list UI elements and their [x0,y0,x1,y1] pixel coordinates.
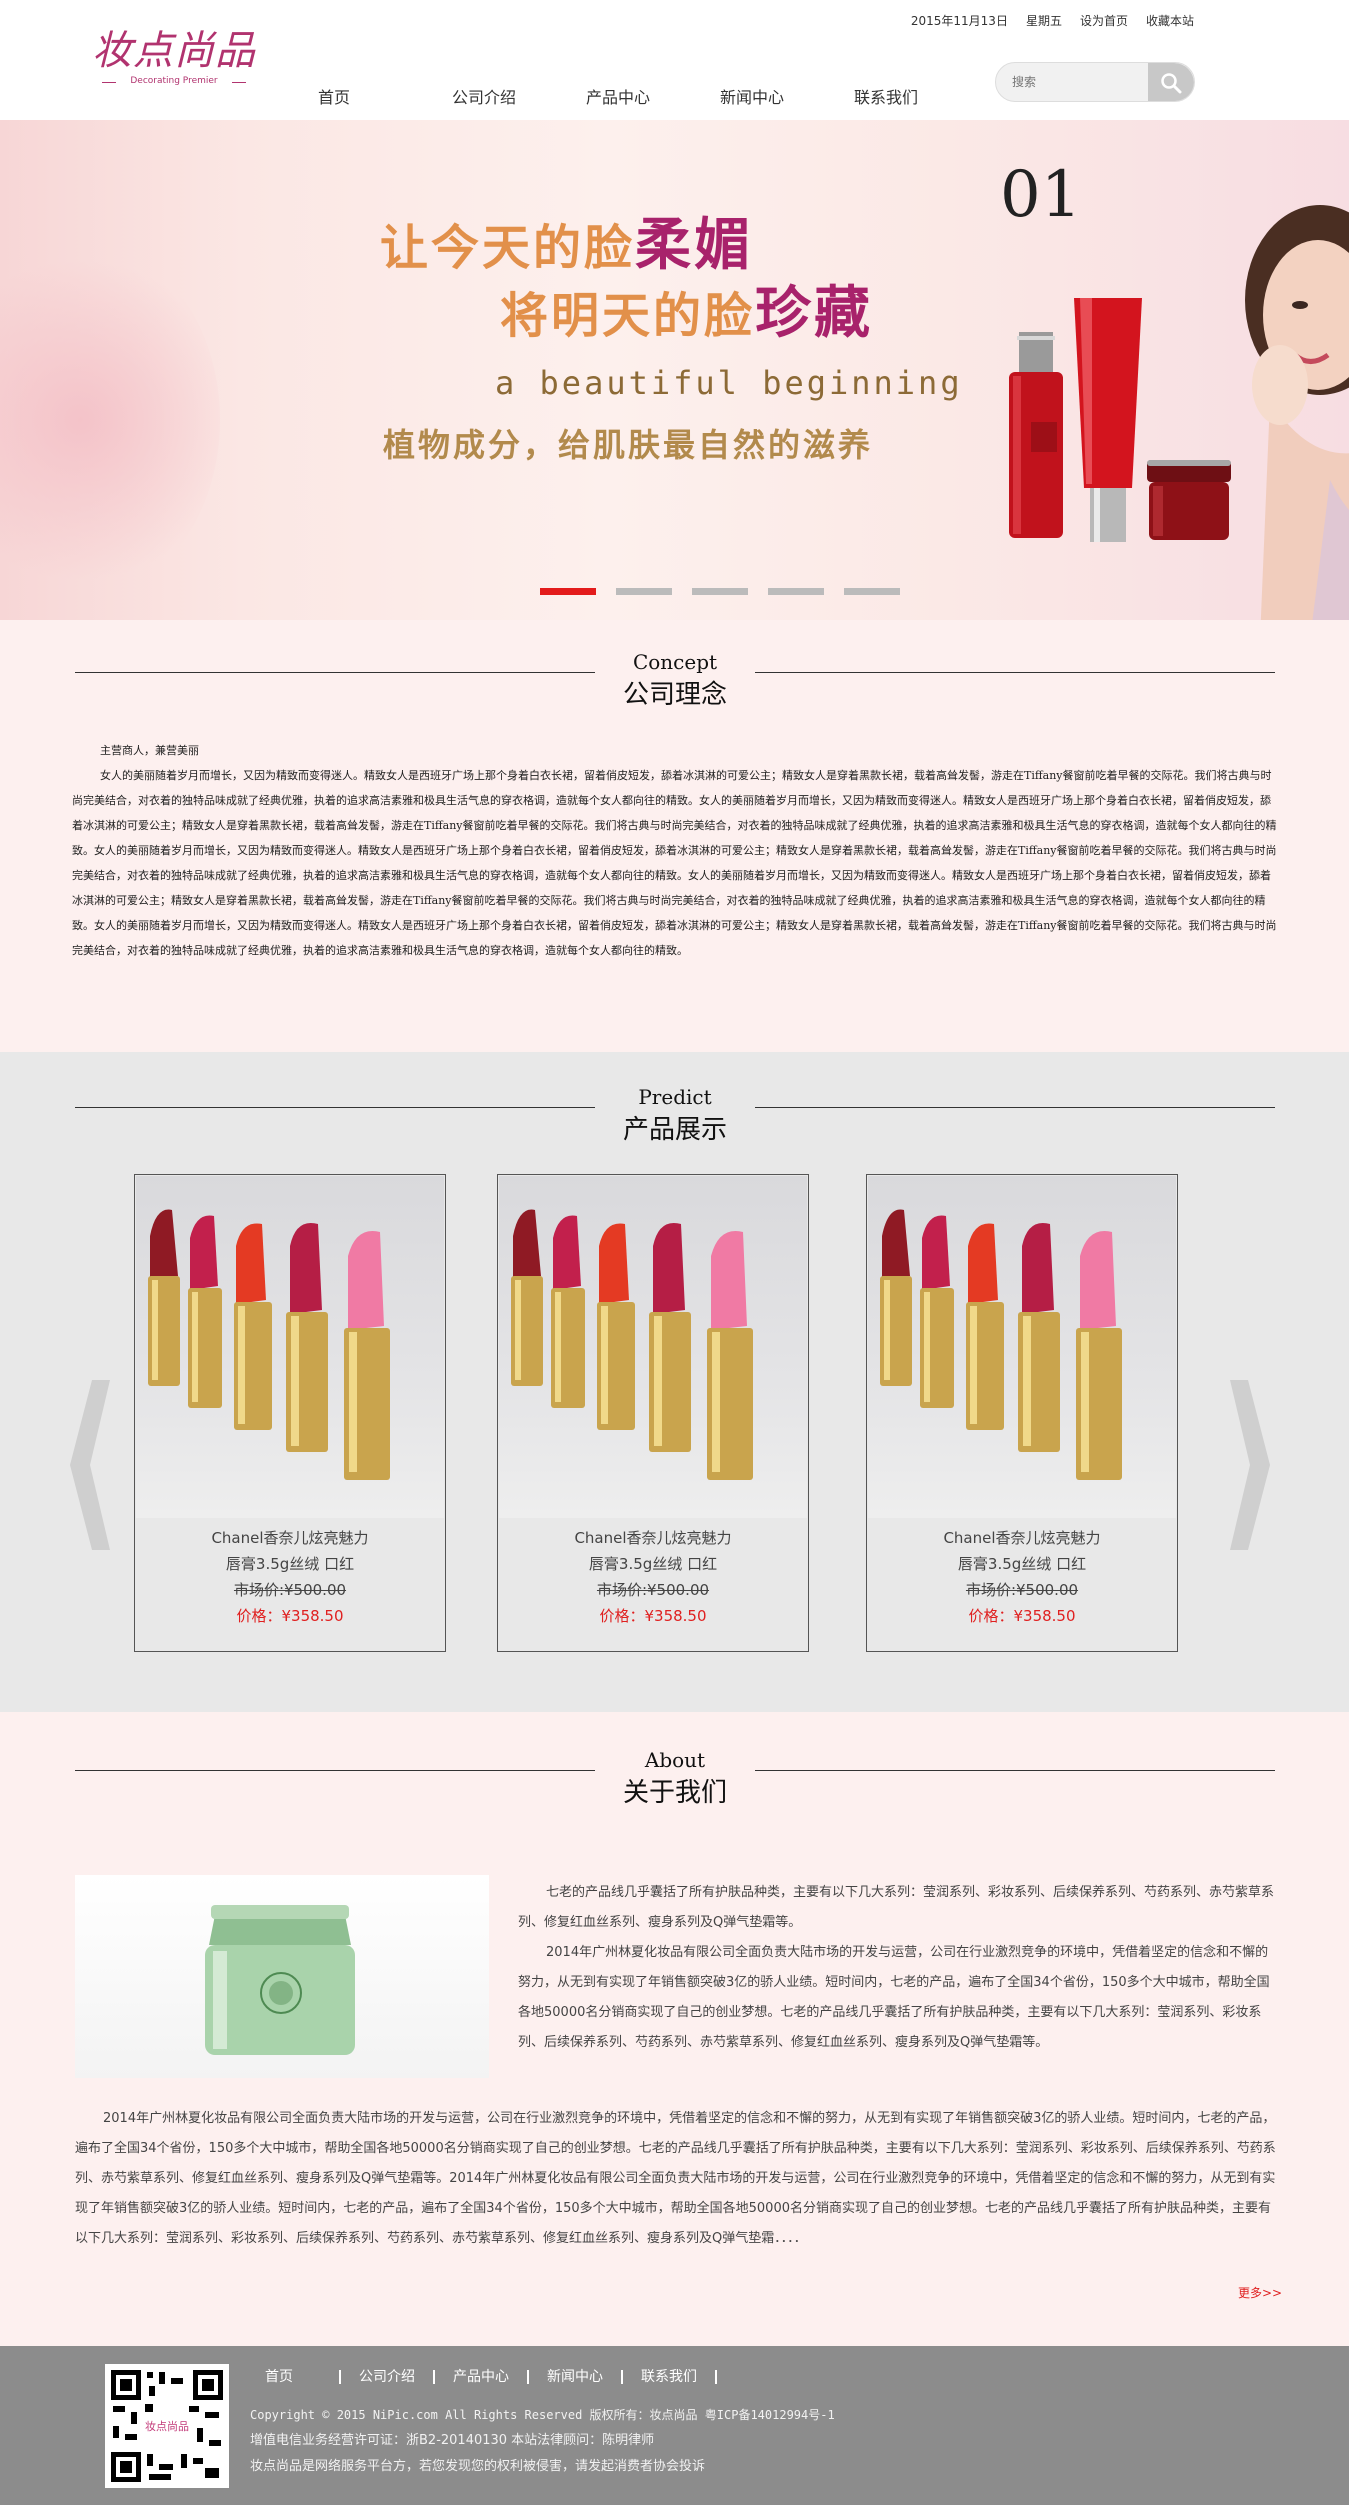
product-image[interactable] [868,1176,1176,1518]
slider-dot-2[interactable] [616,588,672,595]
model-photo [1245,205,1349,620]
slider-dot-3[interactable] [692,588,748,595]
logo-text: 妆点尚品 [92,28,256,74]
search-icon [1161,73,1182,94]
about-paragraph-1: 七老的产品线几乎囊括了所有护肤品种类，主要有以下几大系列：莹润系列、彩妆系列、后… [518,1885,1275,1930]
banner-tagline-en: a beautiful beginning [495,364,963,402]
product-card[interactable]: Chanel香奈儿炫亮魅力 唇膏3.5g丝绒 口红 市场价:¥500.00 价格… [497,1174,809,1652]
headline-2-emphasis: 珍藏 [755,281,874,346]
about-image [75,1875,489,2078]
product-price: 价格：¥358.50 [968,1607,1076,1625]
footer-nav-news[interactable]: 新闻中心 [529,2370,623,2384]
product-market-price: 市场价:¥500.00 [965,1581,1079,1599]
product-market-price: 市场价:¥500.00 [233,1581,347,1599]
headline-2-text: 将明天的脸 [500,288,756,344]
bookmark-link[interactable]: 收藏本站 [1146,12,1194,29]
concept-heading-cn: 公司理念 [622,680,727,710]
slider-dot-5[interactable] [844,588,900,595]
concept-body: 主营商人，兼营美丽 女人的美丽随着岁月而增长，又因为精致而变得迷人。精致女人是西… [72,738,1277,963]
about-full-text: 2014年广州林夏化妆品有限公司全面负责大陆市场的开发与运营，公司在行业激烈竞争… [75,2104,1278,2254]
cream-tube-image [1074,298,1142,542]
slider-dot-4[interactable] [768,588,824,595]
product-market-price: 市场价:¥500.00 [596,1581,710,1599]
products-heading: Predict 产品展示 [75,1085,1275,1145]
copyright-text: Copyright © 2015 NiPic.com All Rights Re… [250,2408,835,2422]
search-box [995,62,1195,102]
product-name-line-1[interactable]: Chanel香奈儿炫亮魅力 [867,1527,1177,1548]
cream-jar-photo [205,1905,355,2055]
set-home-link[interactable]: 设为首页 [1080,12,1128,29]
concept-lead: 主营商人，兼营美丽 [100,744,199,757]
concept-section: Concept 公司理念 主营商人，兼营美丽 女人的美丽随着岁月而增长，又因为精… [0,620,1349,1052]
product-name-line-2[interactable]: 唇膏3.5g丝绒 口红 [135,1553,445,1574]
qr-logo-text: 妆点尚品 [145,2419,189,2433]
product-card[interactable]: Chanel香奈儿炫亮魅力 唇膏3.5g丝绒 口红 市场价:¥500.00 价格… [866,1174,1178,1652]
nav-contact[interactable]: 联系我们 [854,84,988,108]
product-card[interactable]: Chanel香奈儿炫亮魅力 唇膏3.5g丝绒 口红 市场价:¥500.00 价格… [134,1174,446,1652]
nav-home[interactable]: 首页 [318,84,452,108]
carousel-next-arrow[interactable] [1230,1380,1270,1550]
weekday-text: 星期五 [1025,14,1062,28]
about-more-link[interactable]: 更多>> [1238,2284,1282,2301]
top-bar: 2015年11月13日 星期五 设为首页 收藏本站 [911,12,1194,29]
license-text: 增值电信业务经营许可证：浙B2-20140130 本站法律顾问：陈明律师 [250,2433,655,2448]
product-name-line-1[interactable]: Chanel香奈儿炫亮魅力 [135,1527,445,1548]
about-paragraph-3: 2014年广州林夏化妆品有限公司全面负责大陆市场的开发与运营，公司在行业激烈竞争… [75,2111,1276,2246]
main-nav: 首页 公司介绍 产品中心 新闻中心 联系我们 [318,84,988,108]
banner-headline-2: 将明天的脸珍藏 [500,268,873,349]
lipstick-image [511,1209,753,1480]
nav-about[interactable]: 公司介绍 [452,84,586,108]
concept-heading-en: Concept [632,650,718,674]
concept-text: 女人的美丽随着岁月而增长，又因为精致而变得迷人。精致女人是西班牙广场上那个身着白… [72,769,1277,957]
header: 妆点尚品 Decorating Premier 2015年11月13日 星期五 … [0,0,1349,120]
about-paragraph-2: 2014年广州林夏化妆品有限公司全面负责大陆市场的开发与运营，公司在行业激烈竞争… [518,1945,1270,2050]
search-input[interactable] [1010,72,1140,92]
product-image[interactable] [136,1176,444,1518]
qr-code-image: 妆点尚品 [105,2364,229,2488]
about-heading-cn: 关于我们 [622,1778,727,1808]
carousel-prev-arrow[interactable] [70,1380,110,1550]
nav-news[interactable]: 新闻中心 [720,84,854,108]
footer-nav-home[interactable]: 首页 [265,2370,341,2384]
product-image[interactable] [499,1176,807,1518]
about-heading: About 关于我们 [75,1748,1275,1808]
about-side-text: 七老的产品线几乎囊括了所有护肤品种类，主要有以下几大系列：莹润系列、彩妆系列、后… [518,1878,1278,2058]
serum-bottle-image [1009,332,1063,538]
footer-nav-about[interactable]: 公司介绍 [341,2370,435,2384]
banner-glow [0,240,220,600]
products-section: Predict 产品展示 Chanel香奈儿炫亮魅力 唇膏3.5g丝绒 口红 市… [0,1052,1349,1712]
products-heading-en: Predict [638,1085,712,1109]
slider-dot-1[interactable] [540,588,596,595]
about-section: About 关于我们 七老的产品线几乎囊括了所有护肤品种类，主要有以下几大系列：… [0,1712,1349,2346]
product-price: 价格：¥358.50 [599,1607,707,1625]
notice-text: 妆点尚品是网络服务平台方，若您发现您的权利被侵害，请发起消费者协会投诉 [250,2459,706,2474]
hero-banner[interactable]: 01 让今天的脸柔媚 将明天的脸珍藏 a beautiful beginning… [0,120,1349,620]
slider-dots [540,588,900,595]
footer-nav-contact[interactable]: 联系我们 [623,2370,717,2384]
product-name-line-2[interactable]: 唇膏3.5g丝绒 口红 [867,1553,1177,1574]
logo[interactable]: 妆点尚品 Decorating Premier [92,28,256,86]
slide-number: 01 [1000,158,1082,232]
product-name-line-1[interactable]: Chanel香奈儿炫亮魅力 [498,1527,808,1548]
product-name-line-2[interactable]: 唇膏3.5g丝绒 口红 [498,1553,808,1574]
footer-nav: 首页 公司介绍 产品中心 新闻中心 联系我们 [265,2370,717,2384]
lipstick-image [880,1209,1122,1480]
footer-nav-products[interactable]: 产品中心 [435,2370,529,2384]
logo-subtitle: Decorating Premier [92,76,256,86]
about-heading-en: About [644,1748,706,1772]
products-heading-cn: 产品展示 [622,1115,727,1145]
footer-info: Copyright © 2015 NiPic.com All Rights Re… [250,2402,835,2480]
search-button[interactable] [1148,63,1194,101]
product-price: 价格：¥358.50 [236,1607,344,1625]
nav-products[interactable]: 产品中心 [586,84,720,108]
banner-tagline-cn: 植物成分，给肌肤最自然的滋养 [383,426,874,464]
concept-heading: Concept 公司理念 [75,650,1275,710]
lipstick-image [148,1209,390,1480]
footer: 妆点尚品 首页 公司介绍 产品中心 新闻中心 联系我们 Copyright © … [0,2346,1349,2505]
date-text: 2015年11月13日 [910,14,1008,28]
